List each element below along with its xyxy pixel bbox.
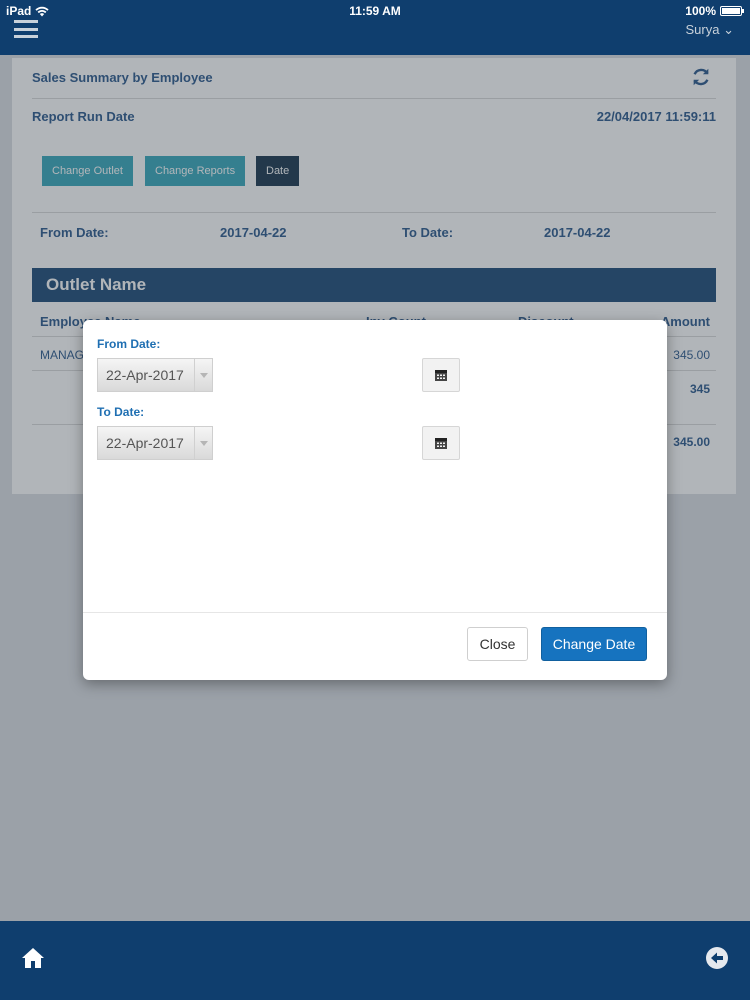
back-arrow-icon[interactable] xyxy=(704,945,730,971)
top-bar: iPad 11:59 AM 100% Surya ⌄ xyxy=(0,0,750,55)
modal-to-label: To Date: xyxy=(97,405,145,419)
chevron-down-icon: ⌄ xyxy=(723,22,734,37)
hamburger-icon[interactable] xyxy=(14,20,38,38)
change-date-button[interactable]: Change Date xyxy=(541,627,647,661)
status-right: 100% xyxy=(685,4,744,18)
from-date-select-value: 22-Apr-2017 xyxy=(106,367,184,383)
to-date-calendar-button[interactable] xyxy=(422,426,460,460)
user-name: Surya xyxy=(685,22,720,37)
status-time: 11:59 AM xyxy=(349,4,401,18)
battery-percent: 100% xyxy=(685,4,716,18)
chevron-down-icon xyxy=(194,427,212,459)
from-date-select[interactable]: 22-Apr-2017 xyxy=(97,358,213,392)
to-date-select[interactable]: 22-Apr-2017 xyxy=(97,426,213,460)
chevron-down-icon xyxy=(194,359,212,391)
calendar-icon xyxy=(435,438,447,449)
close-button[interactable]: Close xyxy=(467,627,528,661)
home-icon[interactable] xyxy=(20,945,46,971)
modal-footer-divider xyxy=(83,612,667,613)
battery-icon xyxy=(720,6,744,16)
modal-from-label: From Date: xyxy=(97,337,161,351)
from-date-calendar-button[interactable] xyxy=(422,358,460,392)
bottom-bar xyxy=(0,921,750,1000)
to-date-select-value: 22-Apr-2017 xyxy=(106,435,184,451)
change-date-modal: From Date: 22-Apr-2017 To Date: 22-Apr-2… xyxy=(83,320,667,680)
calendar-icon xyxy=(435,370,447,381)
user-menu[interactable]: Surya ⌄ xyxy=(686,22,735,38)
